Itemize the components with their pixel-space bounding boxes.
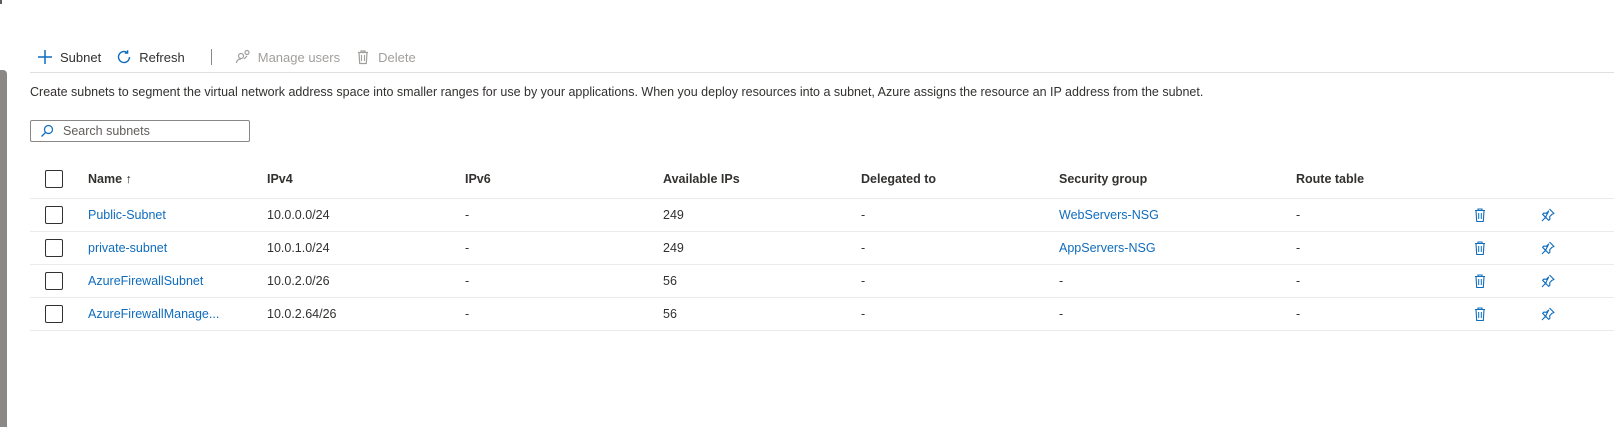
available-ips-cell: 249 bbox=[663, 208, 684, 222]
table-row: Public-Subnet 10.0.0.0/24 - 249 - WebSer… bbox=[30, 199, 1614, 232]
search-box[interactable] bbox=[30, 120, 250, 142]
ipv6-cell: - bbox=[465, 241, 470, 255]
search-input[interactable] bbox=[63, 124, 233, 138]
command-bar: Subnet Refresh Manage users Delete bbox=[30, 42, 1614, 73]
column-header-available-ips[interactable]: Available IPs bbox=[663, 160, 740, 198]
column-header-ipv6[interactable]: IPv6 bbox=[465, 160, 491, 198]
add-subnet-button[interactable]: Subnet bbox=[30, 44, 109, 70]
delegated-to-cell: - bbox=[861, 307, 866, 321]
table-row: private-subnet 10.0.1.0/24 - 249 - AppSe… bbox=[30, 232, 1614, 265]
row-checkbox[interactable] bbox=[45, 305, 63, 323]
subnet-name-link[interactable]: AzureFirewallSubnet bbox=[88, 265, 203, 297]
manage-users-button[interactable]: Manage users bbox=[228, 44, 348, 70]
row-delete-trash-icon[interactable] bbox=[1472, 306, 1488, 322]
refresh-icon bbox=[115, 48, 133, 66]
ipv4-cell: 10.0.2.64/26 bbox=[267, 307, 337, 321]
row-delete-trash-icon[interactable] bbox=[1472, 240, 1488, 256]
ipv6-cell: - bbox=[465, 274, 470, 288]
row-delete-trash-icon[interactable] bbox=[1472, 207, 1488, 223]
row-checkbox[interactable] bbox=[45, 239, 63, 257]
plus-icon bbox=[36, 48, 54, 66]
trash-icon bbox=[354, 48, 372, 66]
toolbar-separator bbox=[210, 49, 212, 65]
row-pin-icon[interactable] bbox=[1540, 306, 1556, 322]
column-header-name[interactable]: Name ↑ bbox=[88, 160, 132, 198]
row-checkbox[interactable] bbox=[45, 272, 63, 290]
row-pin-icon[interactable] bbox=[1540, 240, 1556, 256]
page-description: Create subnets to segment the virtual ne… bbox=[30, 85, 1204, 99]
refresh-button[interactable]: Refresh bbox=[109, 44, 193, 70]
available-ips-cell: 56 bbox=[663, 307, 677, 321]
select-all-checkbox[interactable] bbox=[45, 170, 63, 188]
security-group-link[interactable]: WebServers-NSG bbox=[1059, 199, 1159, 231]
search-icon bbox=[39, 123, 55, 139]
available-ips-cell: 56 bbox=[663, 274, 677, 288]
manage-users-label: Manage users bbox=[257, 49, 341, 65]
route-table-cell: - bbox=[1296, 208, 1301, 222]
row-pin-icon[interactable] bbox=[1540, 207, 1556, 223]
left-scrollbar[interactable] bbox=[0, 70, 7, 427]
security-group-cell: - bbox=[1059, 274, 1064, 288]
route-table-cell: - bbox=[1296, 307, 1301, 321]
refresh-label: Refresh bbox=[139, 49, 185, 65]
subnet-name-link[interactable]: AzureFirewallManage... bbox=[88, 298, 219, 330]
select-all-cell bbox=[45, 160, 63, 198]
row-checkbox[interactable] bbox=[45, 206, 63, 224]
route-table-cell: - bbox=[1296, 241, 1301, 255]
route-table-cell: - bbox=[1296, 274, 1301, 288]
ipv4-cell: 10.0.2.0/26 bbox=[267, 274, 330, 288]
delete-button[interactable]: Delete bbox=[348, 44, 424, 70]
security-group-link[interactable]: AppServers-NSG bbox=[1059, 232, 1156, 264]
subnet-name-link[interactable]: private-subnet bbox=[88, 232, 167, 264]
delegated-to-cell: - bbox=[861, 241, 866, 255]
table-row: AzureFirewallManage... 10.0.2.64/26 - 56… bbox=[30, 298, 1614, 331]
delegated-to-cell: - bbox=[861, 274, 866, 288]
ipv6-cell: - bbox=[465, 208, 470, 222]
column-header-route-table[interactable]: Route table bbox=[1296, 160, 1364, 198]
manage-users-icon bbox=[234, 48, 252, 66]
row-delete-trash-icon[interactable] bbox=[1472, 273, 1488, 289]
column-header-ipv4[interactable]: IPv4 bbox=[267, 160, 293, 198]
subnet-name-link[interactable]: Public-Subnet bbox=[88, 199, 166, 231]
security-group-cell: - bbox=[1059, 307, 1064, 321]
ipv4-cell: 10.0.0.0/24 bbox=[267, 208, 330, 222]
ipv4-cell: 10.0.1.0/24 bbox=[267, 241, 330, 255]
add-subnet-label: Subnet bbox=[60, 49, 102, 65]
available-ips-cell: 249 bbox=[663, 241, 684, 255]
column-header-security-group[interactable]: Security group bbox=[1059, 160, 1147, 198]
ipv6-cell: - bbox=[465, 307, 470, 321]
delegated-to-cell: - bbox=[861, 208, 866, 222]
row-pin-icon[interactable] bbox=[1540, 273, 1556, 289]
delete-label: Delete bbox=[378, 49, 416, 65]
table-row: AzureFirewallSubnet 10.0.2.0/26 - 56 - -… bbox=[30, 265, 1614, 298]
column-header-delegated-to[interactable]: Delegated to bbox=[861, 160, 936, 198]
subnets-table: Name ↑ IPv4 IPv6 Available IPs Delegated… bbox=[30, 160, 1614, 331]
corner-mark bbox=[0, 0, 2, 4]
table-header-row: Name ↑ IPv4 IPv6 Available IPs Delegated… bbox=[30, 160, 1614, 199]
